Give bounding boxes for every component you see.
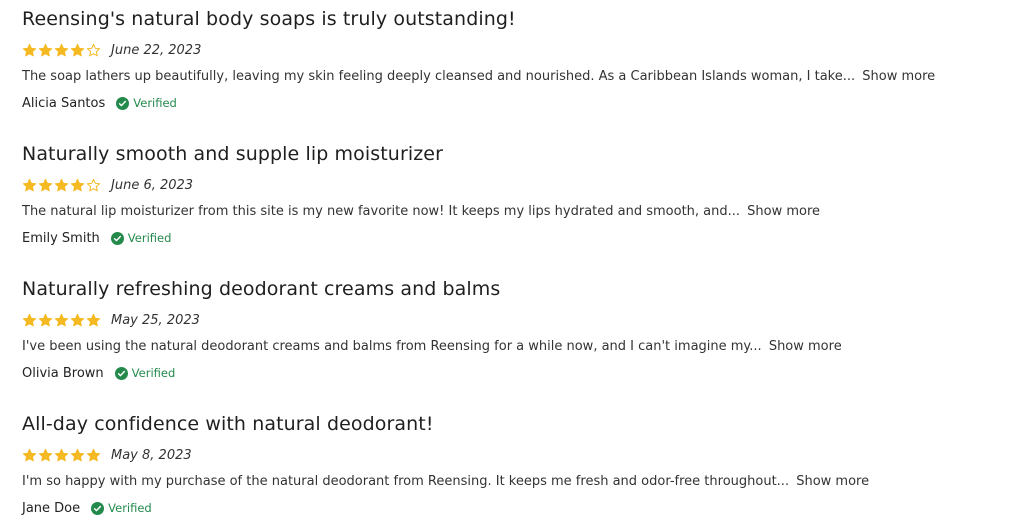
verified-badge: Verified [116, 96, 177, 110]
star-filled-icon [70, 178, 85, 193]
show-more-link[interactable]: Show more [796, 474, 869, 489]
star-rating [22, 313, 102, 328]
star-filled-icon [22, 178, 37, 193]
review-text: The soap lathers up beautifully, leaving… [22, 69, 856, 84]
star-filled-icon [70, 313, 85, 328]
star-filled-icon [54, 313, 69, 328]
review-text: I'm so happy with my purchase of the nat… [22, 474, 790, 489]
rating-row: May 25, 2023 [22, 311, 1022, 329]
review-text: I've been using the natural deodorant cr… [22, 339, 762, 354]
author-name: Emily Smith [22, 230, 100, 246]
verified-badge: Verified [110, 231, 172, 245]
author-name: Olivia Brown [22, 365, 104, 381]
review-title: Naturally smooth and supple lip moisturi… [22, 143, 444, 165]
star-filled-icon [54, 448, 69, 463]
star-filled-icon [86, 448, 101, 463]
verified-label: Verified [133, 96, 177, 110]
review-title: All-day confidence with natural deodoran… [22, 413, 434, 435]
star-filled-icon [38, 43, 53, 58]
rating-row: June 22, 2023 [22, 41, 1022, 59]
author-row: Jane Doe Verified [22, 499, 1022, 517]
review-item: Naturally smooth and supple lip moisturi… [22, 142, 1022, 247]
star-filled-icon [70, 448, 85, 463]
review-title: Naturally refreshing deodorant creams an… [22, 278, 501, 300]
verified-label: Verified [131, 366, 176, 380]
star-filled-icon [86, 313, 101, 328]
author-row: Alicia Santos Verified [22, 94, 1022, 112]
review-item: All-day confidence with natural deodoran… [22, 412, 1022, 517]
star-filled-icon [54, 178, 69, 193]
review-body: The soap lathers up beautifully, leaving… [22, 68, 1022, 86]
check-circle-icon [116, 96, 130, 110]
show-more-link[interactable]: Show more [769, 339, 842, 354]
verified-badge: Verified [114, 366, 176, 380]
star-rating [22, 178, 102, 193]
review-title: Reensing's natural body soaps is truly o… [22, 8, 516, 30]
review-item: Naturally refreshing deodorant creams an… [22, 277, 1022, 382]
star-filled-icon [54, 43, 69, 58]
star-filled-icon [38, 313, 53, 328]
star-filled-icon [22, 313, 37, 328]
verified-label: Verified [127, 231, 172, 245]
author-name: Alicia Santos [22, 95, 106, 111]
review-text: The natural lip moisturizer from this si… [22, 204, 741, 219]
star-empty-icon [86, 43, 101, 58]
reviews-list: Reensing's natural body soaps is truly o… [0, 0, 1027, 528]
review-item: Reensing's natural body soaps is truly o… [22, 7, 1022, 112]
rating-row: May 8, 2023 [22, 446, 1022, 464]
star-empty-icon [86, 178, 101, 193]
review-date: May 8, 2023 [111, 447, 192, 463]
star-filled-icon [70, 43, 85, 58]
verified-label: Verified [108, 501, 152, 515]
review-date: June 6, 2023 [111, 177, 194, 193]
check-circle-icon [91, 501, 105, 515]
rating-row: June 6, 2023 [22, 176, 1022, 194]
star-rating [22, 448, 102, 463]
star-rating [22, 43, 102, 58]
star-filled-icon [38, 178, 53, 193]
review-date: June 22, 2023 [111, 42, 202, 58]
star-filled-icon [22, 448, 37, 463]
verified-badge: Verified [91, 501, 152, 515]
check-circle-icon [110, 231, 124, 245]
check-circle-icon [114, 366, 128, 380]
review-body: I've been using the natural deodorant cr… [22, 338, 1022, 356]
star-filled-icon [38, 448, 53, 463]
show-more-link[interactable]: Show more [747, 204, 820, 219]
author-row: Emily Smith Verified [22, 229, 1022, 247]
show-more-link[interactable]: Show more [862, 69, 935, 84]
star-filled-icon [22, 43, 37, 58]
author-row: Olivia Brown Verified [22, 364, 1022, 382]
review-body: I'm so happy with my purchase of the nat… [22, 473, 1022, 491]
author-name: Jane Doe [22, 500, 81, 516]
review-body: The natural lip moisturizer from this si… [22, 203, 1022, 221]
review-date: May 25, 2023 [111, 312, 200, 328]
